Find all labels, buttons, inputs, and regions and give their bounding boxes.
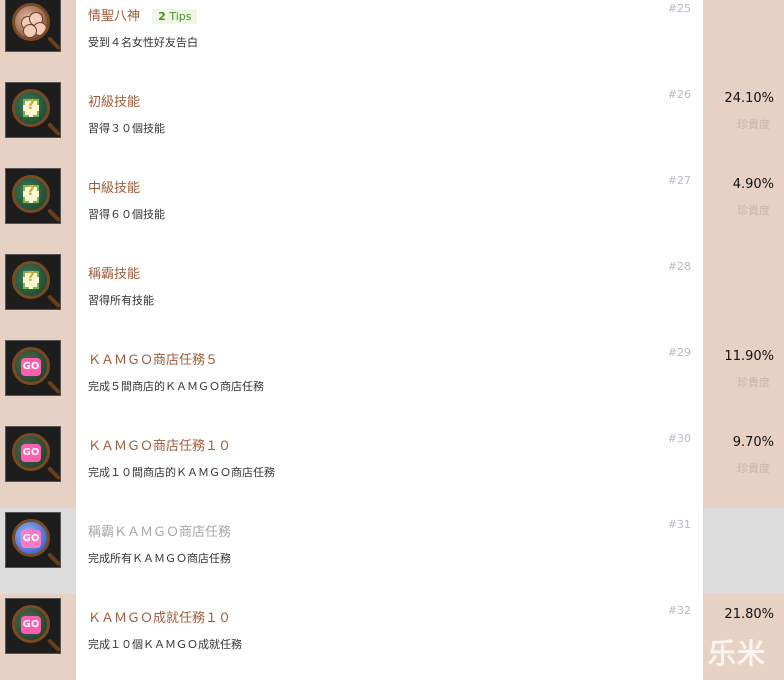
row-right-panel: 11.90% 珍貴度	[703, 336, 784, 422]
unlock-percentage: 4.90%	[732, 177, 774, 192]
skill-card-icon	[23, 270, 39, 289]
watermark: 乐米	[708, 637, 767, 670]
achievement-description: 習得３０個技能	[88, 122, 165, 135]
rarity-label: 珍貴度	[737, 204, 770, 217]
people-icon	[12, 3, 50, 41]
achievement-row: GO ＫＡＭＧＯ商店任務５ 完成５間商店的ＫＡＭＧＯ商店任務 #29 11.90…	[0, 336, 784, 422]
achievement-number: #27	[667, 174, 691, 187]
magnifier-handle	[47, 208, 62, 223]
achievement-number: #31	[667, 518, 691, 531]
row-content: ＫＡＭＧＯ商店任務１０ 完成１０間商店的ＫＡＭＧＯ商店任務 #30	[76, 422, 703, 508]
row-left-panel: GO	[0, 508, 76, 594]
achievement-title[interactable]: 稱霸技能	[88, 263, 140, 282]
skill-icon	[12, 175, 50, 213]
achievement-icon-frame[interactable]: GO	[5, 426, 62, 482]
achievement-description: 受到４名女性好友告白	[88, 36, 198, 49]
row-left-panel: GO	[0, 422, 76, 508]
kamgo-blue-icon: GO	[12, 519, 50, 557]
achievement-title[interactable]: 中級技能	[88, 177, 140, 196]
magnifier-handle	[47, 380, 62, 395]
row-right-panel	[703, 0, 784, 78]
achievement-row-locked: GO 稱霸ＫＡＭＧＯ商店任務 完成所有ＫＡＭＧＯ商店任務 #31	[0, 508, 784, 594]
row-content: 稱霸ＫＡＭＧＯ商店任務 完成所有ＫＡＭＧＯ商店任務 #31	[76, 508, 703, 594]
row-content: 情聖八神 2 Tips 受到４名女性好友告白 #25	[76, 0, 703, 78]
row-left-panel	[0, 0, 76, 78]
achievement-list: 情聖八神 2 Tips 受到４名女性好友告白 #25 初級技能 習得３	[0, 0, 784, 680]
tips-badge[interactable]: 2 Tips	[152, 9, 198, 24]
unlock-percentage: 24.10%	[724, 91, 774, 106]
rarity-label: 珍貴度	[737, 462, 770, 475]
achievement-number: #29	[667, 346, 691, 359]
row-right-panel: 9.70% 珍貴度	[703, 422, 784, 508]
achievement-row: 初級技能 習得３０個技能 #26 24.10% 珍貴度	[0, 78, 784, 164]
achievement-row: GO ＫＡＭＧＯ成就任務１０ 完成１０個ＫＡＭＧＯ成就任務 #32 21.80%	[0, 594, 784, 680]
magnifier-handle	[47, 638, 62, 653]
achievement-number: #28	[667, 260, 691, 273]
achievement-number: #26	[667, 88, 691, 101]
kamgo-icon: GO	[12, 347, 50, 385]
rarity-label: 珍貴度	[737, 376, 770, 389]
achievement-title[interactable]: 情聖八神 2 Tips	[88, 5, 198, 24]
achievement-icon-frame[interactable]	[5, 168, 62, 224]
achievement-row: GO ＫＡＭＧＯ商店任務１０ 完成１０間商店的ＫＡＭＧＯ商店任務 #30 9.7…	[0, 422, 784, 508]
achievement-number: #25	[667, 2, 691, 15]
skill-card-icon	[23, 184, 39, 203]
achievement-icon-frame[interactable]	[5, 0, 62, 52]
go-badge-icon: GO	[21, 616, 41, 634]
achievement-title[interactable]: 初級技能	[88, 91, 140, 110]
row-content: ＫＡＭＧＯ成就任務１０ 完成１０個ＫＡＭＧＯ成就任務 #32	[76, 594, 703, 680]
achievement-description: 習得６０個技能	[88, 208, 165, 221]
achievement-icon-frame[interactable]: GO	[5, 512, 62, 568]
go-badge-icon: GO	[21, 444, 41, 462]
achievement-description: 習得所有技能	[88, 294, 154, 307]
unlock-percentage: 21.80%	[724, 607, 774, 622]
magnifier-handle	[47, 122, 62, 137]
skill-card-icon	[23, 98, 39, 117]
magnifier-handle	[47, 294, 62, 309]
row-left-panel: GO	[0, 336, 76, 422]
achievement-row: 稱霸技能 習得所有技能 #28	[0, 250, 784, 336]
achievement-number: #30	[667, 432, 691, 445]
achievement-title[interactable]: ＫＡＭＧＯ商店任務１０	[88, 435, 231, 454]
achievement-icon-frame[interactable]: GO	[5, 598, 62, 654]
unlock-percentage: 9.70%	[732, 435, 774, 450]
unlock-percentage: 11.90%	[724, 349, 774, 364]
skill-icon	[12, 261, 50, 299]
row-left-panel	[0, 164, 76, 250]
achievement-icon-frame[interactable]	[5, 254, 62, 310]
achievement-description: 完成５間商店的ＫＡＭＧＯ商店任務	[88, 380, 264, 393]
row-left-panel: GO	[0, 594, 76, 680]
achievement-description: 完成１０間商店的ＫＡＭＧＯ商店任務	[88, 466, 275, 479]
go-badge-icon: GO	[21, 358, 41, 376]
row-content: 初級技能 習得３０個技能 #26	[76, 78, 703, 164]
magnifier-handle	[47, 36, 62, 51]
achievement-title[interactable]: ＫＡＭＧＯ成就任務１０	[88, 607, 231, 626]
row-right-panel: 24.10% 珍貴度	[703, 78, 784, 164]
achievement-title[interactable]: 稱霸ＫＡＭＧＯ商店任務	[88, 521, 231, 540]
row-content: ＫＡＭＧＯ商店任務５ 完成５間商店的ＫＡＭＧＯ商店任務 #29	[76, 336, 703, 422]
achievement-icon-frame[interactable]	[5, 82, 62, 138]
row-content: 稱霸技能 習得所有技能 #28	[76, 250, 703, 336]
achievement-row: 中級技能 習得６０個技能 #27 4.90% 珍貴度	[0, 164, 784, 250]
magnifier-handle	[47, 466, 62, 481]
row-right-panel	[703, 250, 784, 336]
achievement-description: 完成１０個ＫＡＭＧＯ成就任務	[88, 638, 242, 651]
row-content: 中級技能 習得６０個技能 #27	[76, 164, 703, 250]
row-right-panel: 4.90% 珍貴度	[703, 164, 784, 250]
row-right-panel	[703, 508, 784, 594]
achievement-description: 完成所有ＫＡＭＧＯ商店任務	[88, 552, 231, 565]
row-left-panel	[0, 250, 76, 336]
kamgo-icon: GO	[12, 433, 50, 471]
achievement-icon-frame[interactable]: GO	[5, 340, 62, 396]
row-left-panel	[0, 78, 76, 164]
skill-icon	[12, 89, 50, 127]
achievement-title[interactable]: ＫＡＭＧＯ商店任務５	[88, 349, 218, 368]
rarity-label: 珍貴度	[737, 118, 770, 131]
achievement-number: #32	[667, 604, 691, 617]
kamgo-icon: GO	[12, 605, 50, 643]
go-badge-icon: GO	[21, 530, 41, 548]
achievement-row: 情聖八神 2 Tips 受到４名女性好友告白 #25	[0, 0, 784, 78]
magnifier-handle	[47, 552, 62, 567]
